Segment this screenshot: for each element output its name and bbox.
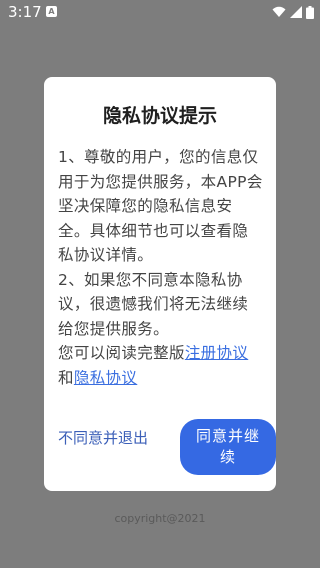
and-text: 和 — [58, 368, 74, 387]
privacy-paragraph-2: 2、如果您不同意本隐私协议，很遗憾我们将无法继续给您提供服务。 — [58, 270, 249, 338]
privacy-dialog: 隐私协议提示 1、尊敬的用户，您的信息仅用于为您提供服务，本APP会坚决保障您的… — [44, 77, 276, 491]
notification-icon: A — [46, 6, 57, 17]
privacy-agreement-link[interactable]: 隐私协议 — [74, 369, 137, 387]
register-agreement-link[interactable]: 注册协议 — [185, 344, 248, 362]
agree-continue-button[interactable]: 同意并继续 — [180, 419, 276, 475]
signal-icon — [290, 6, 302, 18]
dialog-body: 1、尊敬的用户，您的信息仅用于为您提供服务，本APP会坚决保障您的隐私信息安全。… — [58, 145, 264, 390]
decline-exit-button[interactable]: 不同意并退出 — [58, 429, 148, 449]
agreement-links-line: 您可以阅读完整版注册协议和隐私协议 — [58, 341, 264, 390]
status-bar: 3:17 A — [0, 0, 320, 24]
wifi-icon — [272, 6, 286, 17]
privacy-paragraph-1: 1、尊敬的用户，您的信息仅用于为您提供服务，本APP会坚决保障您的隐私信息安全。… — [58, 148, 263, 264]
status-icons — [272, 5, 314, 19]
battery-icon — [306, 5, 314, 19]
dialog-title: 隐私协议提示 — [102, 105, 217, 127]
read-prefix-text: 您可以阅读完整版 — [58, 344, 185, 362]
copyright-text: copyright@2021 — [114, 512, 206, 525]
status-time: 3:17 — [8, 3, 42, 21]
